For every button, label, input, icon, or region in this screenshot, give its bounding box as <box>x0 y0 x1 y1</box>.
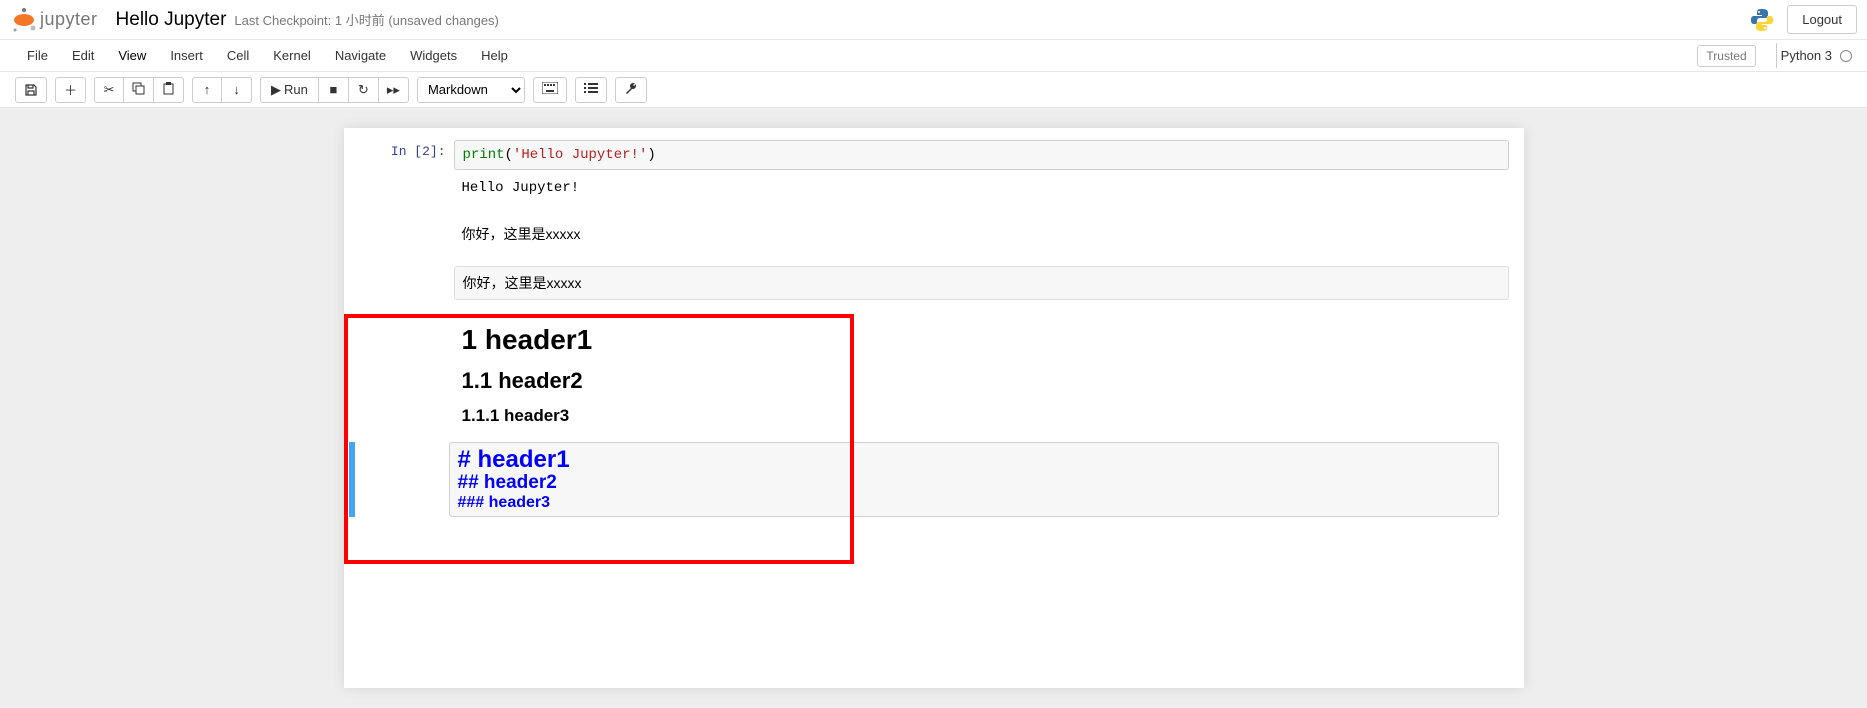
rendered-h3: 1.1.1 header3 <box>462 406 1509 426</box>
menu-bar: File Edit View Insert Cell Kernel Naviga… <box>0 40 1867 72</box>
move-up-button[interactable]: ↑ <box>192 77 222 103</box>
source-h1: # header1 <box>458 447 1490 473</box>
menu-navigate[interactable]: Navigate <box>323 43 398 68</box>
output-cell: Hello Jupyter! <box>344 172 1524 204</box>
wrench-icon <box>624 81 638 98</box>
header-bar: jupyter Hello Jupyter Last Checkpoint: 1… <box>0 0 1867 40</box>
checkpoint-status: Last Checkpoint: 1 小时前 (unsaved changes) <box>234 10 498 29</box>
plus-icon: ＋ <box>64 80 77 99</box>
markdown-cell-editing[interactable]: 你好，这里是xxxxx <box>344 264 1524 302</box>
code-input-area[interactable]: print('Hello Jupyter!') <box>454 140 1509 170</box>
variable-inspector-button[interactable] <box>615 77 647 103</box>
move-down-button[interactable]: ↓ <box>222 77 252 103</box>
markdown-cell-source-selected[interactable]: # header1 ## header2 ### header3 <box>344 442 1524 517</box>
run-label: Run <box>284 82 308 97</box>
jupyter-logo-text: jupyter <box>40 9 98 30</box>
copy-icon <box>132 82 145 98</box>
interrupt-button[interactable]: ■ <box>319 77 349 103</box>
trusted-badge[interactable]: Trusted <box>1697 45 1755 67</box>
stop-icon: ■ <box>329 82 337 97</box>
paste-icon <box>162 82 175 98</box>
source-h3: ### header3 <box>458 494 1490 512</box>
fast-forward-icon: ▸▸ <box>387 82 400 98</box>
cell-type-select[interactable]: Markdown <box>417 77 525 103</box>
keyboard-icon <box>542 82 558 97</box>
cut-icon: ✂ <box>104 82 115 98</box>
jupyter-logo-icon <box>10 6 38 34</box>
run-icon: ▶ <box>271 82 281 98</box>
menu-edit[interactable]: Edit <box>60 43 106 68</box>
kernel-idle-icon <box>1840 50 1852 62</box>
menu-widgets[interactable]: Widgets <box>398 43 469 68</box>
markdown-headers-rendered[interactable]: 1 header1 1.1 header2 1.1.1 header3 <box>344 310 1524 436</box>
menu-help[interactable]: Help <box>469 43 520 68</box>
input-prompt: In [2]: <box>391 144 446 159</box>
menu-kernel[interactable]: Kernel <box>261 43 323 68</box>
code-cell[interactable]: In [2]: print('Hello Jupyter!') <box>344 138 1524 172</box>
toc-button[interactable] <box>575 77 607 103</box>
logout-button[interactable]: Logout <box>1787 5 1857 34</box>
notebook: In [2]: print('Hello Jupyter!') Hello Ju… <box>344 128 1524 688</box>
markdown-edit-text[interactable]: 你好，这里是xxxxx <box>454 266 1509 300</box>
paste-button[interactable] <box>154 77 184 103</box>
menu-file[interactable]: File <box>15 43 60 68</box>
menu-cell[interactable]: Cell <box>215 43 261 68</box>
cut-button[interactable]: ✂ <box>94 77 124 103</box>
restart-run-all-button[interactable]: ▸▸ <box>379 77 409 103</box>
notebook-container: In [2]: print('Hello Jupyter!') Hello Ju… <box>0 108 1867 708</box>
markdown-rendered-text: 你好，这里是xxxxx <box>454 218 1509 250</box>
insert-cell-button[interactable]: ＋ <box>55 77 86 103</box>
python-logo-icon <box>1749 7 1775 33</box>
list-icon <box>584 82 598 97</box>
copy-button[interactable] <box>124 77 154 103</box>
restart-icon: ↻ <box>358 82 369 98</box>
restart-button[interactable]: ↻ <box>349 77 379 103</box>
kernel-name[interactable]: Python 3 <box>1776 43 1836 68</box>
markdown-source-editor[interactable]: # header1 ## header2 ### header3 <box>449 442 1499 517</box>
command-palette-button[interactable] <box>533 77 567 103</box>
rendered-h2: 1.1 header2 <box>462 368 1509 394</box>
source-h2: ## header2 <box>458 473 1490 494</box>
toolbar: ＋ ✂ ↑ ↓ ▶Run ■ ↻ ▸▸ Markdown <box>0 72 1867 108</box>
output-text: Hello Jupyter! <box>454 174 1509 202</box>
run-button[interactable]: ▶Run <box>260 77 319 103</box>
notebook-name[interactable]: Hello Jupyter <box>116 9 227 31</box>
markdown-cell-rendered[interactable]: 你好，这里是xxxxx <box>344 216 1524 252</box>
arrow-down-icon: ↓ <box>233 82 240 97</box>
save-button[interactable] <box>15 77 47 103</box>
arrow-up-icon: ↑ <box>204 82 211 97</box>
menu-insert[interactable]: Insert <box>158 43 215 68</box>
menu-view[interactable]: View <box>106 43 158 68</box>
rendered-h1: 1 header1 <box>462 324 1509 356</box>
